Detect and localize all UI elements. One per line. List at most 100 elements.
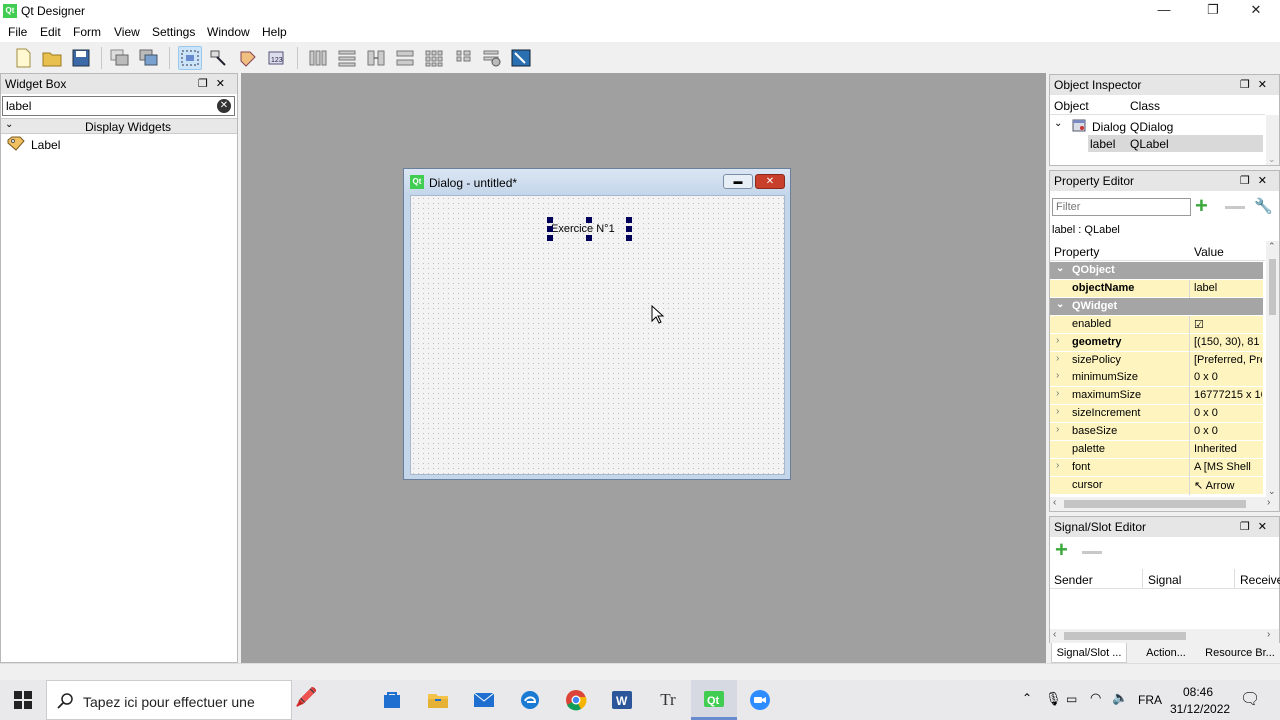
- dialog-title-bar[interactable]: Qt Dialog - untitled* ▬ ✕: [404, 169, 790, 195]
- taskbar-chrome[interactable]: [553, 680, 599, 720]
- property-row[interactable]: › geometry [(150, 30), 81 x: [1050, 333, 1263, 352]
- dock-float-close-icon[interactable]: ❐✕: [1240, 517, 1275, 537]
- dock-float-close-icon[interactable]: ❐✕: [1240, 75, 1275, 95]
- taskbar-zoom[interactable]: [737, 680, 783, 720]
- taskbar-file-explorer[interactable]: [415, 680, 461, 720]
- tree-row-label[interactable]: label QLabel: [1088, 135, 1263, 152]
- close-button[interactable]: ✕: [1233, 0, 1279, 22]
- horizontal-scrollbar[interactable]: ‹ ›: [1050, 629, 1279, 643]
- property-row[interactable]: › font A [MS Shell: [1050, 458, 1263, 477]
- taskbar-typora[interactable]: Tr: [645, 680, 691, 720]
- property-row[interactable]: › baseSize 0 x 0: [1050, 423, 1263, 442]
- layout-horizontal-icon[interactable]: [306, 46, 330, 70]
- taskbar-mail[interactable]: [461, 680, 507, 720]
- open-folder-icon[interactable]: [40, 46, 64, 70]
- vertical-scrollbar[interactable]: ⌃ ⌄: [1266, 241, 1279, 497]
- layout-splitter-horizontal-icon[interactable]: [364, 46, 388, 70]
- input-language[interactable]: FRA: [1138, 693, 1162, 707]
- property-row[interactable]: › minimumSize 0 x 0: [1050, 369, 1263, 388]
- dialog-minimize-button[interactable]: ▬: [723, 174, 753, 189]
- menu-view[interactable]: View: [114, 25, 140, 39]
- category-header[interactable]: ⌄ Display Widgets: [1, 118, 237, 134]
- property-row[interactable]: cursor ↖ Arrow: [1050, 476, 1263, 495]
- wrench-icon[interactable]: 🔧: [1254, 197, 1273, 215]
- property-group-row[interactable]: ⌄ QObject: [1050, 262, 1263, 280]
- adjust-size-icon[interactable]: [509, 46, 533, 70]
- bring-to-front-icon[interactable]: [137, 46, 161, 70]
- property-value[interactable]: 0 x 0: [1194, 407, 1262, 419]
- property-value[interactable]: Inherited: [1194, 443, 1262, 455]
- maximize-button[interactable]: ❐: [1190, 0, 1236, 22]
- taskbar-search-box[interactable]: Tapez ici pour effectuer une 🖍️: [46, 680, 317, 720]
- edit-widgets-icon[interactable]: [178, 46, 202, 70]
- horizontal-scrollbar[interactable]: ‹ ›: [1050, 497, 1279, 511]
- dock-float-close-icon[interactable]: ❐✕: [198, 74, 233, 94]
- property-value[interactable]: [Preferred, Pre: [1194, 354, 1262, 366]
- edit-signals-slots-icon[interactable]: [207, 46, 231, 70]
- layout-grid-icon[interactable]: [422, 46, 446, 70]
- tree-row-dialog[interactable]: ⌄ Dialog QDialog: [1050, 117, 1263, 135]
- layout-vertical-icon[interactable]: [335, 46, 359, 70]
- add-connection-icon[interactable]: +: [1055, 539, 1068, 561]
- menu-settings[interactable]: Settings: [152, 25, 195, 39]
- resize-handle[interactable]: [626, 235, 632, 241]
- resize-handle[interactable]: [586, 217, 592, 223]
- resize-handle[interactable]: [626, 226, 632, 232]
- widget-item-label[interactable]: Label: [5, 136, 205, 154]
- layout-splitter-vertical-icon[interactable]: [393, 46, 417, 70]
- menu-window[interactable]: Window: [207, 25, 250, 39]
- menu-edit[interactable]: Edit: [40, 25, 61, 39]
- scrollbar-thumb[interactable]: [1269, 259, 1276, 315]
- save-icon[interactable]: [69, 46, 93, 70]
- property-value[interactable]: 0 x 0: [1194, 371, 1262, 383]
- edit-tab-order-icon[interactable]: 123: [265, 46, 289, 70]
- minimize-button[interactable]: —: [1141, 0, 1187, 22]
- resize-handle[interactable]: [547, 235, 553, 241]
- dialog-close-button[interactable]: ✕: [755, 174, 785, 189]
- new-file-icon[interactable]: [11, 46, 35, 70]
- dialog-window[interactable]: Qt Dialog - untitled* ▬ ✕ Exercice N°1: [403, 168, 791, 480]
- tab-action-editor[interactable]: Action...: [1135, 643, 1197, 663]
- menu-file[interactable]: File: [8, 25, 27, 39]
- layout-form-icon[interactable]: [451, 46, 475, 70]
- break-layout-icon[interactable]: [480, 46, 504, 70]
- property-value[interactable]: 0 x 0: [1194, 425, 1262, 437]
- remove-connection-icon[interactable]: [1082, 551, 1102, 554]
- resize-handle[interactable]: [547, 226, 553, 232]
- tab-signal-slot[interactable]: Signal/Slot ...: [1051, 643, 1127, 663]
- property-value[interactable]: label: [1194, 282, 1262, 294]
- menu-help[interactable]: Help: [262, 25, 287, 39]
- property-row[interactable]: › sizeIncrement 0 x 0: [1050, 405, 1263, 424]
- add-dynamic-property-icon[interactable]: +: [1195, 195, 1208, 217]
- property-row[interactable]: palette Inherited: [1050, 441, 1263, 459]
- property-value[interactable]: A [MS Shell: [1194, 461, 1262, 473]
- dock-float-close-icon[interactable]: ❐✕: [1240, 171, 1275, 191]
- property-filter-input[interactable]: [1052, 198, 1191, 216]
- property-row[interactable]: › maximumSize 16777215 x 16: [1050, 387, 1263, 406]
- property-value[interactable]: [(150, 30), 81 x: [1194, 336, 1262, 348]
- show-hidden-icons-chevron-icon[interactable]: ⌃: [1022, 691, 1032, 705]
- microphone-icon[interactable]: 🎙: [1045, 691, 1062, 707]
- remove-property-icon[interactable]: [1225, 206, 1245, 209]
- scrollbar-thumb[interactable]: [1064, 500, 1246, 508]
- battery-icon[interactable]: ▭: [1066, 692, 1077, 706]
- property-value[interactable]: ☑: [1194, 318, 1262, 331]
- send-to-back-icon[interactable]: [108, 46, 132, 70]
- volume-icon[interactable]: 🔈: [1112, 690, 1128, 706]
- resize-handle[interactable]: [586, 235, 592, 241]
- taskbar-edge[interactable]: [507, 680, 553, 720]
- property-row[interactable]: › sizePolicy [Preferred, Pre: [1050, 351, 1263, 370]
- edit-buddies-icon[interactable]: [236, 46, 260, 70]
- tab-resource-browser[interactable]: Resource Br...: [1201, 643, 1279, 663]
- property-value[interactable]: 16777215 x 16: [1194, 389, 1262, 401]
- property-value[interactable]: ↖ Arrow: [1194, 479, 1262, 492]
- taskbar-time[interactable]: 08:46: [1183, 685, 1213, 699]
- clear-icon[interactable]: ✕: [217, 99, 231, 113]
- taskbar-store-app[interactable]: [369, 680, 415, 720]
- menu-form[interactable]: Form: [73, 25, 101, 39]
- start-button[interactable]: [0, 680, 46, 720]
- scrollbar[interactable]: ⌄: [1266, 115, 1279, 165]
- wifi-icon[interactable]: ◠: [1090, 690, 1101, 706]
- taskbar-date[interactable]: 31/12/2022: [1170, 702, 1230, 716]
- resize-handle[interactable]: [547, 217, 553, 223]
